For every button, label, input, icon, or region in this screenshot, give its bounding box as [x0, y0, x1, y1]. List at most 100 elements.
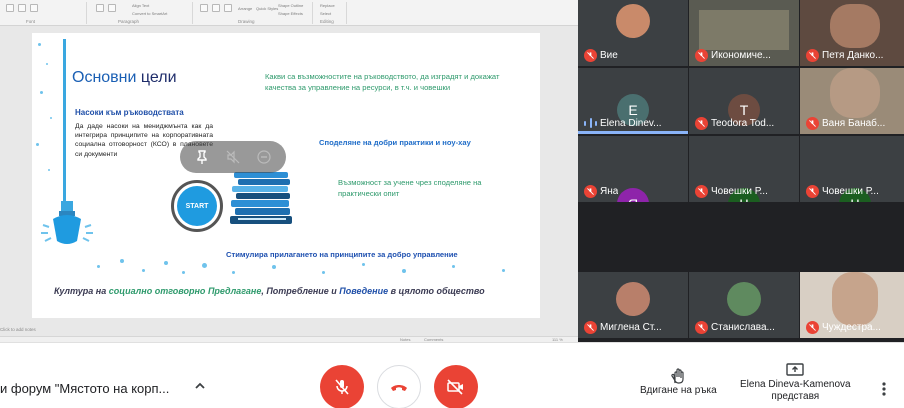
- camera-off-icon: [447, 379, 463, 395]
- lightbulb-icon: [41, 201, 93, 244]
- mic-off-icon: [695, 49, 708, 62]
- mic-off-icon: [695, 185, 708, 198]
- leave-call-button[interactable]: [377, 365, 421, 408]
- guide-heading: Насоки към ръководствата: [75, 108, 184, 117]
- ribbon-item[interactable]: Quick Styles: [256, 6, 278, 11]
- ribbon-item[interactable]: Arrange: [238, 6, 252, 11]
- meet-window: Align Text Convert to SmartArt Arrange Q…: [0, 0, 904, 408]
- participant-name: Икономиче...: [711, 50, 771, 61]
- mic-off-icon: [584, 185, 597, 198]
- participant-tile[interactable]: Я Яна: [578, 136, 688, 202]
- italic-icon[interactable]: [18, 4, 26, 12]
- ribbon-group-label: Drawing: [238, 19, 255, 24]
- participant-tile[interactable]: Ч Човешки Р...: [689, 136, 799, 202]
- active-speaker-bar: [578, 131, 688, 134]
- participant-photo: [616, 282, 650, 316]
- mic-off-icon: [584, 49, 597, 62]
- goal-text: Стимулира прилагането на принципите за д…: [226, 250, 458, 259]
- mic-off-icon: [584, 321, 597, 334]
- mute-audio-icon[interactable]: [223, 147, 243, 167]
- tile-hover-controls: [180, 141, 286, 173]
- presenter-name: Elena Dineva-Kamenova: [740, 379, 851, 390]
- participant-video: [832, 272, 878, 326]
- mic-off-icon: [806, 321, 819, 334]
- mic-off-icon: [806, 185, 819, 198]
- participant-name: Elena Dinev...: [600, 118, 662, 129]
- participant-name: Чуждестра...: [822, 322, 881, 333]
- ribbon-group-label: Paragraph: [118, 19, 140, 24]
- numbering-icon[interactable]: [108, 4, 116, 12]
- participant-tile[interactable]: Вие: [578, 0, 688, 66]
- goal-text: Възможност за учене чрез споделяне на пр…: [338, 178, 482, 198]
- shared-screen: Align Text Convert to SmartArt Arrange Q…: [0, 0, 578, 342]
- shapes-icon[interactable]: [224, 4, 232, 12]
- shapes-icon[interactable]: [200, 4, 208, 12]
- participant-name: Ваня Банаб...: [822, 118, 886, 129]
- ribbon-item[interactable]: Select: [320, 11, 331, 16]
- participant-tile[interactable]: Ваня Банаб...: [800, 68, 904, 134]
- ribbon-item[interactable]: Convert to SmartArt: [132, 11, 167, 16]
- ribbon-item[interactable]: Replace: [320, 3, 335, 8]
- notes-placeholder[interactable]: Click to add notes: [0, 327, 36, 332]
- chevron-up-icon[interactable]: [193, 379, 207, 393]
- participant-grid: Вие Икономиче... Петя Данко... E Elena D…: [578, 0, 904, 342]
- meeting-control-bar: и форум "Мястото на корп... Вдигане на р…: [0, 342, 904, 408]
- underline-icon[interactable]: [30, 4, 38, 12]
- slide: Основни цели Насоки към ръководствата Да…: [32, 33, 540, 318]
- participant-name: Станислава...: [711, 322, 775, 333]
- mic-off-icon: [806, 117, 819, 130]
- shapes-icon[interactable]: [212, 4, 220, 12]
- participant-tile[interactable]: Икономиче...: [689, 0, 799, 66]
- participant-tile[interactable]: E Elena Dinev...: [578, 68, 688, 134]
- participant-name: Вие: [600, 50, 618, 61]
- participant-name: Teodora Tod...: [711, 118, 775, 129]
- presenter-action: представя: [771, 391, 820, 402]
- raise-hand-icon: [671, 368, 684, 384]
- participant-tile[interactable]: Петя Данко...: [800, 0, 904, 66]
- participant-photo: [727, 282, 761, 316]
- participant-tile[interactable]: Чуждестра...: [800, 272, 904, 338]
- camera-toggle-button[interactable]: [434, 365, 478, 408]
- more-options-icon[interactable]: [880, 381, 888, 397]
- goal-text: Споделяне на добри практики и ноу-хау: [319, 138, 471, 147]
- participant-video: [830, 68, 880, 118]
- ribbon-group-label: Font: [26, 19, 36, 24]
- slide-title: Основни цели: [72, 69, 177, 86]
- goal-text: Какви са възможностите на ръководството,…: [265, 72, 500, 92]
- participant-name: Яна: [600, 186, 619, 197]
- ribbon-item[interactable]: Shape Effects: [278, 11, 303, 16]
- start-badge: START: [177, 186, 217, 226]
- participant-tile[interactable]: Миглена Ст...: [578, 272, 688, 338]
- participant-avatar: Я: [617, 188, 649, 202]
- participant-name: Петя Данко...: [822, 50, 884, 61]
- participant-video: [830, 4, 880, 48]
- ribbon-item[interactable]: Shape Outline: [278, 3, 303, 8]
- participant-tile[interactable]: Ч Човешки Р...: [800, 136, 904, 202]
- bold-icon[interactable]: [6, 4, 14, 12]
- meeting-title[interactable]: и форум "Мястото на корп...: [0, 381, 169, 396]
- participant-photo: [616, 4, 650, 38]
- speaking-indicator: [584, 117, 597, 129]
- mic-off-icon: [695, 321, 708, 334]
- mic-off-icon: [695, 117, 708, 130]
- bullets-icon[interactable]: [96, 4, 104, 12]
- mic-off-icon: [806, 49, 819, 62]
- hang-up-icon: [391, 385, 407, 391]
- participant-tile[interactable]: T Teodora Tod...: [689, 68, 799, 134]
- present-screen-icon: [786, 363, 805, 376]
- raise-hand-label: Вдигане на ръка: [640, 385, 717, 396]
- presenting-button[interactable]: Elena Dineva-Kamenova представя: [740, 363, 851, 403]
- pin-icon[interactable]: [192, 147, 212, 167]
- culture-statement: Култура на социално отговорно Предлагане…: [54, 286, 485, 296]
- participant-name: Човешки Р...: [711, 186, 768, 197]
- ribbon-item[interactable]: Align Text: [132, 3, 149, 8]
- participant-video: [699, 10, 789, 50]
- participant-tile[interactable]: Станислава...: [689, 272, 799, 338]
- mic-off-icon: [335, 379, 349, 395]
- microphone-toggle-button[interactable]: [320, 365, 364, 408]
- powerpoint-ribbon: Align Text Convert to SmartArt Arrange Q…: [0, 0, 578, 26]
- participant-name: Миглена Ст...: [600, 322, 662, 333]
- raise-hand-button[interactable]: Вдигане на ръка: [640, 367, 717, 397]
- minimize-icon[interactable]: [254, 147, 274, 167]
- participant-name: Човешки Р...: [822, 186, 879, 197]
